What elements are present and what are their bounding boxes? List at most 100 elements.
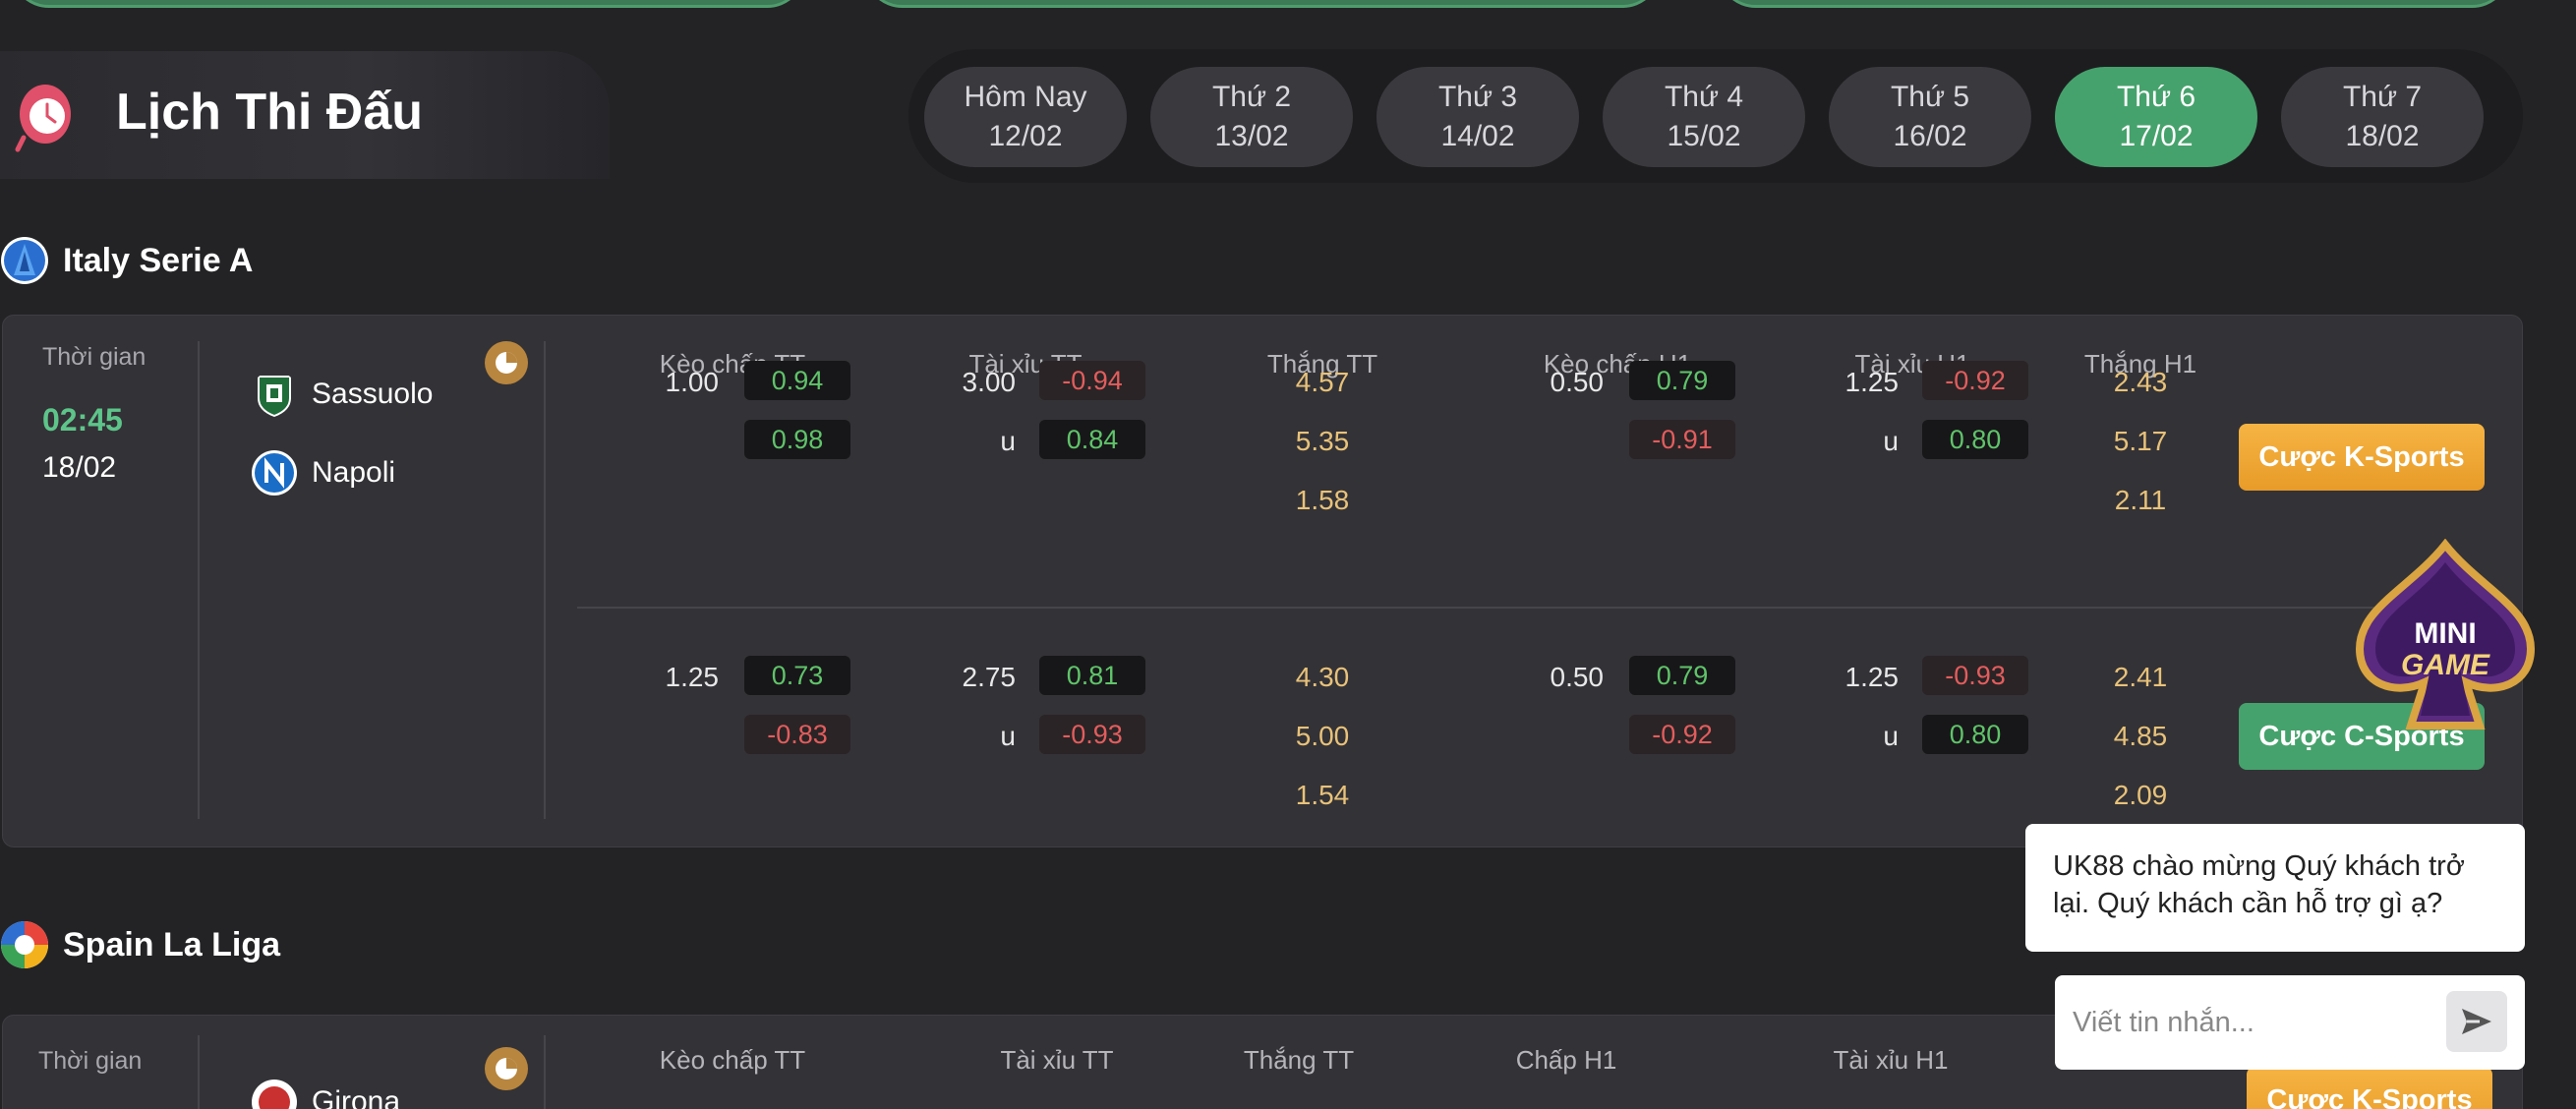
win-odds[interactable]: 5.35 bbox=[1296, 426, 1350, 457]
mini-game-text-bottom: GAME bbox=[2401, 649, 2490, 681]
day-tab-3[interactable]: Thứ 4 15/02 bbox=[1603, 67, 1805, 167]
day-tab-name: Thứ 3 bbox=[1437, 81, 1518, 113]
team-away-name: Napoli bbox=[312, 456, 396, 489]
col-head-ou: Tài xỉu TT bbox=[1000, 1045, 1114, 1075]
send-button[interactable] bbox=[2446, 991, 2507, 1052]
page-title: Lịch Thi Đấu bbox=[116, 84, 423, 141]
row-divider bbox=[577, 607, 2475, 609]
win-odds[interactable]: 4.57 bbox=[1296, 367, 1350, 398]
time-label: Thời gian bbox=[42, 343, 146, 371]
h1-handicap-home-odds[interactable]: 0.79 bbox=[1629, 656, 1735, 695]
day-tab-date: 16/02 bbox=[1893, 120, 1967, 152]
chat-welcome-message: UK88 chào mừng Quý khách trở lại. Quý kh… bbox=[2025, 824, 2525, 952]
under-odds[interactable]: -0.93 bbox=[1039, 715, 1145, 754]
top-nav-button-3[interactable] bbox=[1717, 0, 2511, 8]
h1-handicap-away-odds[interactable]: -0.92 bbox=[1629, 715, 1735, 754]
divider bbox=[544, 1035, 546, 1109]
day-tab-name: Hôm Nay bbox=[964, 81, 1087, 113]
match-time: 02:45 bbox=[42, 402, 123, 438]
handicap-away-odds[interactable]: 0.98 bbox=[744, 420, 850, 459]
h1-handicap-home-odds[interactable]: 0.79 bbox=[1629, 361, 1735, 400]
under-label: u bbox=[1000, 426, 1016, 456]
win-odds[interactable]: 4.30 bbox=[1296, 662, 1350, 693]
h1-win-odds[interactable]: 4.85 bbox=[2114, 721, 2168, 752]
statistics-pie-icon[interactable] bbox=[485, 341, 528, 384]
day-tab-name: Thứ 6 bbox=[2116, 81, 2196, 113]
divider bbox=[198, 341, 200, 819]
mini-game-spade-icon[interactable]: MINI GAME bbox=[2352, 539, 2539, 735]
handicap-home-odds[interactable]: 0.73 bbox=[744, 656, 850, 695]
team-away[interactable]: Napoli bbox=[251, 449, 395, 496]
day-tab-5[interactable]: Thứ 6 17/02 bbox=[2055, 67, 2257, 167]
h1-win-odds[interactable]: 5.17 bbox=[2114, 426, 2168, 457]
col-head-win: Thắng TT bbox=[1243, 1045, 1355, 1075]
day-tab-0[interactable]: Hôm Nay 12/02 bbox=[924, 67, 1127, 167]
win-odds[interactable]: 1.54 bbox=[1296, 780, 1350, 811]
over-under-line: 2.75 bbox=[962, 662, 1017, 692]
send-icon bbox=[2462, 1009, 2491, 1034]
team-home[interactable]: Sassuolo bbox=[251, 371, 433, 418]
team-home-name: Girona bbox=[312, 1085, 401, 1109]
h1-win-odds[interactable]: 2.43 bbox=[2114, 367, 2168, 398]
la-liga-logo-icon bbox=[1, 921, 48, 968]
mini-game-text-top: MINI bbox=[2414, 617, 2476, 650]
divider bbox=[198, 1035, 200, 1109]
divider bbox=[544, 341, 546, 819]
under-odds[interactable]: 0.84 bbox=[1039, 420, 1145, 459]
h1-under-odds[interactable]: 0.80 bbox=[1922, 715, 2028, 754]
h1-handicap-away-odds[interactable]: -0.91 bbox=[1629, 420, 1735, 459]
h1-over-odds[interactable]: -0.92 bbox=[1922, 361, 2028, 400]
over-odds[interactable]: -0.94 bbox=[1039, 361, 1145, 400]
under-label: u bbox=[1000, 721, 1016, 751]
handicap-line: 1.25 bbox=[665, 662, 720, 692]
day-tab-name: Thứ 2 bbox=[1211, 81, 1292, 113]
h1-handicap-line: 0.50 bbox=[1550, 367, 1605, 397]
h1-under-label: u bbox=[1883, 721, 1899, 751]
team-home[interactable]: Girona bbox=[251, 1079, 400, 1109]
bet-k-sports-button[interactable]: Cược K-Sports bbox=[2247, 1067, 2492, 1109]
handicap-line: 1.00 bbox=[665, 367, 720, 397]
day-tab-1[interactable]: Thứ 2 13/02 bbox=[1150, 67, 1353, 167]
win-odds[interactable]: 5.00 bbox=[1296, 721, 1350, 752]
match-card-serie-a: Thời gian 02:45 18/02 Sassuolo Napoli Kè… bbox=[2, 315, 2523, 847]
h1-win-odds[interactable]: 2.41 bbox=[2114, 662, 2168, 693]
statistics-pie-icon[interactable] bbox=[485, 1047, 528, 1090]
girona-logo-icon bbox=[252, 1080, 297, 1109]
over-under-line: 3.00 bbox=[962, 367, 1017, 397]
win-odds[interactable]: 1.58 bbox=[1296, 485, 1350, 516]
day-tab-date: 17/02 bbox=[2119, 120, 2194, 152]
team-home-name: Sassuolo bbox=[312, 378, 434, 410]
h1-over-under-line: 1.25 bbox=[1844, 662, 1900, 692]
h1-win-odds[interactable]: 2.11 bbox=[2115, 485, 2166, 516]
day-tab-date: 15/02 bbox=[1667, 120, 1741, 152]
day-tab-4[interactable]: Thứ 5 16/02 bbox=[1829, 67, 2031, 167]
day-tab-6[interactable]: Thứ 7 18/02 bbox=[2281, 67, 2484, 167]
handicap-away-odds[interactable]: -0.83 bbox=[744, 715, 850, 754]
col-head-h1-ou: Tài xỉu H1 bbox=[1833, 1045, 1949, 1075]
h1-under-label: u bbox=[1883, 426, 1899, 456]
day-tab-2[interactable]: Thứ 3 14/02 bbox=[1376, 67, 1579, 167]
napoli-logo-icon bbox=[252, 450, 297, 496]
day-tab-date: 13/02 bbox=[1214, 120, 1289, 152]
sassuolo-logo-icon bbox=[258, 376, 291, 418]
league-header-la-liga[interactable]: Spain La Liga bbox=[0, 920, 280, 969]
league-header-serie-a[interactable]: Italy Serie A bbox=[0, 236, 253, 285]
bet-k-sports-button[interactable]: Cược K-Sports bbox=[2239, 424, 2485, 491]
match-date: 18/02 bbox=[42, 451, 117, 484]
over-odds[interactable]: 0.81 bbox=[1039, 656, 1145, 695]
h1-win-odds[interactable]: 2.09 bbox=[2114, 780, 2168, 811]
day-tab-date: 14/02 bbox=[1440, 120, 1515, 152]
h1-over-under-line: 1.25 bbox=[1844, 367, 1900, 397]
day-tab-name: Thứ 5 bbox=[1890, 81, 1970, 113]
chat-input-box bbox=[2055, 975, 2525, 1070]
handicap-home-odds[interactable]: 0.94 bbox=[744, 361, 850, 400]
time-label: Thời gian bbox=[38, 1047, 143, 1075]
h1-over-odds[interactable]: -0.93 bbox=[1922, 656, 2028, 695]
serie-a-logo-icon bbox=[1, 237, 48, 284]
h1-under-odds[interactable]: 0.80 bbox=[1922, 420, 2028, 459]
top-nav-button-1[interactable] bbox=[10, 0, 806, 8]
league-name: Spain La Liga bbox=[63, 925, 281, 963]
chat-message-input[interactable] bbox=[2073, 997, 2427, 1048]
alarm-clock-icon bbox=[15, 85, 71, 152]
top-nav-button-2[interactable] bbox=[863, 0, 1662, 8]
